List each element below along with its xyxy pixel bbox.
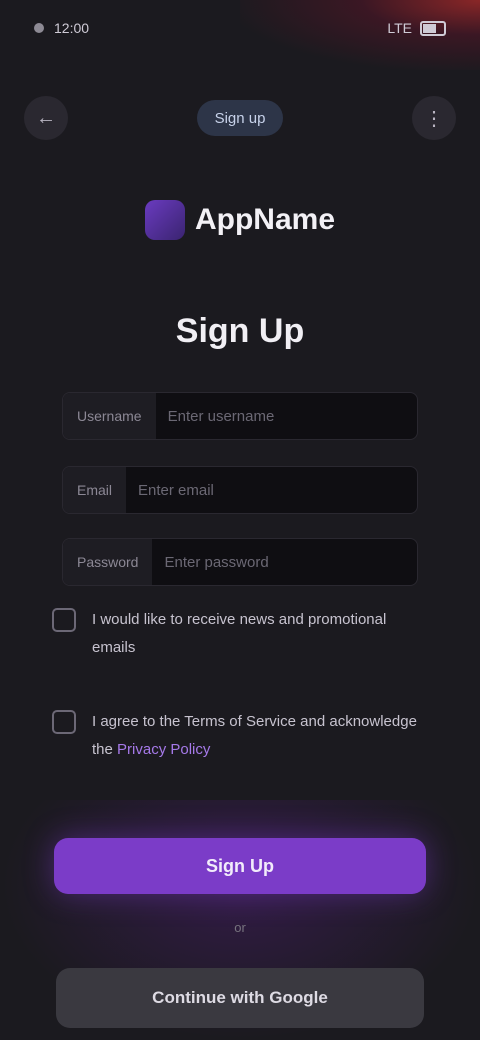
sign-up-button[interactable]: Sign Up (54, 838, 426, 894)
status-left: 12:00 (34, 20, 89, 36)
email-field[interactable]: Email (62, 466, 418, 514)
more-button[interactable]: ⋮ (412, 96, 456, 140)
more-icon: ⋮ (424, 107, 444, 130)
arrow-left-icon: ← (36, 106, 56, 129)
continue-with-google-button[interactable]: Continue with Google (56, 968, 424, 1028)
page-title: Sign Up (175, 312, 305, 350)
camera-dot-icon (34, 23, 44, 33)
newsletter-checkbox[interactable] (52, 608, 76, 632)
password-field[interactable]: Password (62, 538, 418, 586)
privacy-policy-link[interactable]: Privacy Policy (117, 741, 210, 758)
status-time: 12:00 (54, 20, 90, 36)
carrier-label: LTE (387, 20, 412, 36)
terms-text: I agree to the Terms of Service and ackn… (92, 708, 422, 764)
terms-option[interactable]: I agree to the Terms of Service and ackn… (52, 708, 422, 764)
email-label: Email (63, 467, 127, 513)
logo-mark-icon (144, 200, 185, 240)
brand-name: AppName (194, 203, 336, 236)
or-divider: or (234, 920, 246, 935)
password-input[interactable] (152, 539, 417, 585)
email-input[interactable] (126, 467, 417, 513)
brand-logo: AppName (0, 200, 480, 240)
back-button[interactable]: ← (24, 96, 68, 140)
top-nav: ← Sign up ⋮ (0, 88, 480, 148)
username-input[interactable] (155, 393, 417, 439)
nav-title: Sign up (196, 100, 284, 136)
terms-checkbox[interactable] (52, 710, 76, 734)
newsletter-text: I would like to receive news and promoti… (92, 611, 387, 656)
username-field[interactable]: Username (62, 392, 418, 440)
status-bar: 12:00 LTE (0, 0, 480, 56)
newsletter-option[interactable]: I would like to receive news and promoti… (52, 606, 422, 662)
username-label: Username (63, 393, 156, 439)
password-label: Password (63, 539, 153, 585)
status-right: LTE (387, 20, 446, 36)
battery-icon (420, 20, 446, 36)
